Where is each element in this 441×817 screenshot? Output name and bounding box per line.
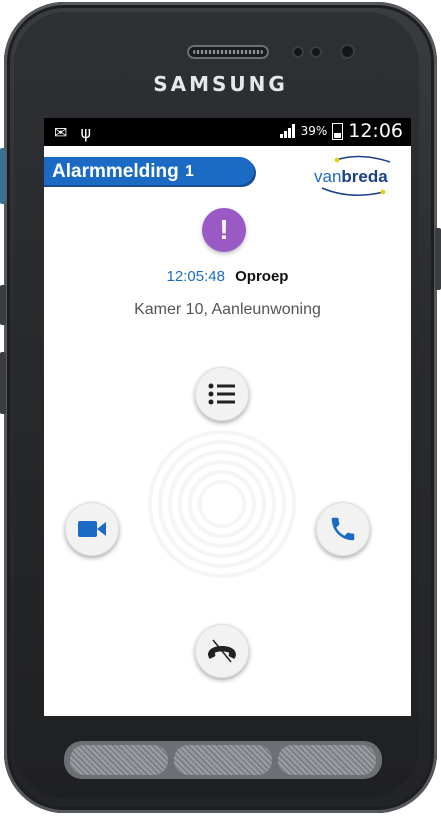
home-key[interactable] (174, 745, 272, 775)
alarm-time: 12:05:48 (166, 268, 225, 285)
menu-key[interactable] (70, 745, 168, 775)
volume-up-button (0, 285, 6, 325)
brand-logo: SAMSUNG (153, 72, 288, 96)
clock: 12:06 (348, 120, 403, 142)
alarm-title-tab: Alarmmelding 1 (44, 157, 254, 185)
battery-percent: 39% (300, 124, 328, 138)
usb-icon: ψ (80, 123, 92, 142)
earpiece-speaker (187, 45, 269, 59)
light-sensor (310, 46, 322, 58)
list-icon (208, 383, 235, 405)
screen: ✉ ψ 39% 12:06 Alarmmelding 1 vanbreda ! … (44, 118, 411, 716)
pulse-animation (142, 424, 302, 584)
phone-icon (331, 517, 355, 541)
back-key[interactable] (278, 745, 376, 775)
alarm-location: Kamer 10, Aanleunwoning (134, 301, 321, 318)
alarm-count: 1 (185, 163, 194, 180)
power-button (435, 228, 441, 290)
battery-icon (332, 122, 344, 140)
video-camera-icon (78, 521, 106, 537)
side-button-accent (0, 148, 6, 204)
hang-up-button[interactable] (195, 624, 249, 678)
front-camera (340, 44, 355, 59)
alarm-time-line: 12:05:48 Oproep (44, 268, 411, 285)
signal-icon (279, 124, 296, 138)
status-bar: ✉ ψ 39% 12:06 (44, 118, 411, 146)
alarm-title: Alarmmelding (52, 161, 179, 182)
details-button[interactable] (195, 367, 249, 421)
video-call-button[interactable] (65, 502, 119, 556)
hardware-keys (64, 741, 382, 779)
status-icons-right: 39% 12:06 (279, 120, 403, 142)
vanbreda-logo: vanbreda (310, 154, 402, 198)
accept-call-button[interactable] (316, 502, 370, 556)
hang-up-icon (208, 639, 236, 663)
volume-down-button (0, 352, 6, 414)
alarm-type: Oproep (235, 268, 289, 285)
status-icons-left: ✉ ψ (54, 123, 91, 142)
alert-icon: ! (202, 208, 246, 252)
logo-text: vanbreda (314, 167, 388, 186)
mail-icon: ✉ (54, 123, 68, 142)
proximity-sensor (292, 46, 304, 58)
